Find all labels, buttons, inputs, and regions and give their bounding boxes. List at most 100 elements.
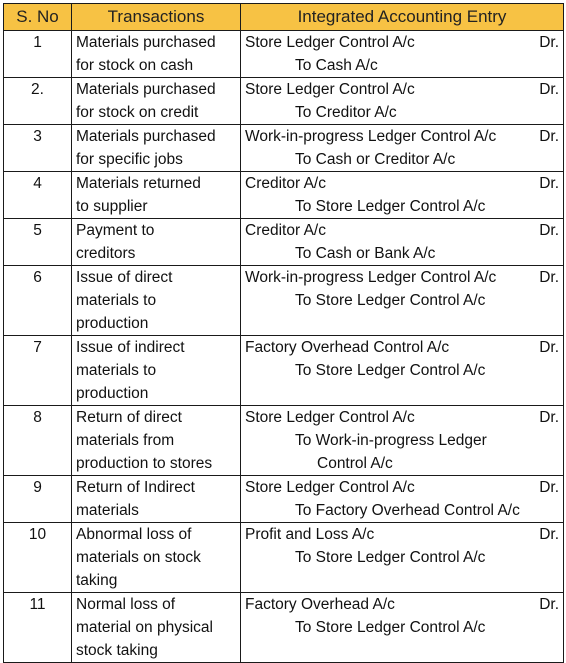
header-row: S. No Transactions Integrated Accounting… bbox=[3, 3, 564, 31]
dr-marker: Dr. bbox=[539, 339, 559, 356]
transaction-line: material on physical bbox=[76, 619, 213, 636]
row-entry: Work-in-progress Ledger Control A/c Dr. To… bbox=[240, 265, 564, 336]
dr-marker: Dr. bbox=[539, 128, 559, 145]
dr-marker: Dr. bbox=[539, 526, 559, 543]
row-transaction: Materials purchased for stock on cash bbox=[71, 30, 241, 78]
debit-line: Store Ledger Control A/c Dr. bbox=[245, 476, 559, 499]
transaction-line: materials from bbox=[76, 432, 175, 449]
transaction-line: materials to bbox=[76, 362, 157, 379]
debit-account: Profit and Loss A/c bbox=[245, 526, 375, 543]
debit-line: Work-in-progress Ledger Control A/c Dr. bbox=[245, 125, 559, 148]
table-row: 7 Issue of indirect materials to production… bbox=[3, 335, 564, 406]
dr-marker: Dr. bbox=[539, 81, 559, 98]
credit-line: To Store Ledger Control A/c bbox=[295, 198, 486, 215]
dr-marker: Dr. bbox=[539, 409, 559, 426]
transaction-line: Materials purchased bbox=[76, 34, 216, 51]
table-row: 2. Materials purchased for stock on credit… bbox=[3, 77, 564, 125]
credit-line: Control A/c bbox=[317, 455, 393, 472]
debit-account: Work-in-progress Ledger Control A/c bbox=[245, 128, 497, 145]
transaction-line: Payment to bbox=[76, 222, 155, 239]
debit-line: Store Ledger Control A/c Dr. bbox=[245, 78, 559, 101]
dr-marker: Dr. bbox=[539, 34, 559, 51]
row-transaction: Payment to creditors bbox=[71, 218, 241, 266]
table-row: 1 Materials purchased for stock on cash Sto… bbox=[3, 30, 564, 78]
transaction-line: materials bbox=[76, 502, 139, 519]
dr-marker: Dr. bbox=[539, 479, 559, 496]
table-row: 11 Normal loss of material on physical stoc… bbox=[3, 592, 564, 663]
credit-line: To Creditor A/c bbox=[295, 104, 397, 121]
transaction-line: for specific jobs bbox=[76, 151, 183, 168]
table-row: 10 Abnormal loss of materials on stock taki… bbox=[3, 522, 564, 593]
debit-line: Factory Overhead Control A/c Dr. bbox=[245, 336, 559, 359]
row-sno: 2. bbox=[3, 77, 72, 125]
transaction-line: materials on stock bbox=[76, 549, 201, 566]
row-sno: 10 bbox=[3, 522, 72, 593]
transaction-line: Materials purchased bbox=[76, 128, 216, 145]
debit-account: Creditor A/c bbox=[245, 175, 326, 192]
row-entry: Work-in-progress Ledger Control A/c Dr. To… bbox=[240, 124, 564, 172]
credit-line: To Store Ledger Control A/c bbox=[295, 619, 486, 636]
header-entry: Integrated Accounting Entry bbox=[240, 3, 564, 31]
table-row: 8 Return of direct materials from productio… bbox=[3, 405, 564, 476]
row-sno: 9 bbox=[3, 475, 72, 523]
row-sno: 1 bbox=[3, 30, 72, 78]
transaction-line: for stock on credit bbox=[76, 104, 199, 121]
transaction-line: materials to bbox=[76, 292, 157, 309]
row-transaction: Materials returned to supplier bbox=[71, 171, 241, 219]
transaction-line: creditors bbox=[76, 245, 136, 262]
row-entry: Store Ledger Control A/c Dr. To Creditor A… bbox=[240, 77, 564, 125]
table-body: 1 Materials purchased for stock on cash Sto… bbox=[3, 30, 564, 663]
debit-account: Store Ledger Control A/c bbox=[245, 34, 415, 51]
row-transaction: Issue of direct materials to production bbox=[71, 265, 241, 336]
dr-marker: Dr. bbox=[539, 269, 559, 286]
row-transaction: Return of Indirect materials bbox=[71, 475, 241, 523]
row-entry: Creditor A/c Dr. To Store Ledger Control A… bbox=[240, 171, 564, 219]
debit-line: Creditor A/c Dr. bbox=[245, 219, 559, 242]
debit-account: Work-in-progress Ledger Control A/c bbox=[245, 269, 497, 286]
row-sno: 6 bbox=[3, 265, 72, 336]
header-transactions: Transactions bbox=[71, 3, 241, 31]
debit-account: Creditor A/c bbox=[245, 222, 326, 239]
credit-line: To Factory Overhead Control A/c bbox=[295, 502, 520, 519]
credit-line: To Cash or Creditor A/c bbox=[295, 151, 456, 168]
dr-marker: Dr. bbox=[539, 222, 559, 239]
debit-line: Work-in-progress Ledger Control A/c Dr. bbox=[245, 266, 559, 289]
transaction-line: Materials purchased bbox=[76, 81, 216, 98]
row-transaction: Abnormal loss of materials on stock taking bbox=[71, 522, 241, 593]
debit-line: Creditor A/c Dr. bbox=[245, 172, 559, 195]
header-sno: S. No bbox=[3, 3, 72, 31]
transaction-line: Issue of direct bbox=[76, 269, 173, 286]
row-transaction: Materials purchased for specific jobs bbox=[71, 124, 241, 172]
row-entry: Store Ledger Control A/c Dr. To Factory Ov… bbox=[240, 475, 564, 523]
row-entry: Store Ledger Control A/c Dr. To Work-in-pr… bbox=[240, 405, 564, 476]
table-row: 3 Materials purchased for specific jobs Wor… bbox=[3, 124, 564, 172]
table-row: 5 Payment to creditors Creditor A/c Dr. To Ca… bbox=[3, 218, 564, 266]
row-transaction: Normal loss of material on physical stock … bbox=[71, 592, 241, 663]
dr-marker: Dr. bbox=[539, 596, 559, 613]
row-transaction: Return of direct materials from production… bbox=[71, 405, 241, 476]
credit-line: To Store Ledger Control A/c bbox=[295, 549, 486, 566]
transaction-line: to supplier bbox=[76, 198, 148, 215]
table-row: 6 Issue of direct materials to production Wo… bbox=[3, 265, 564, 336]
debit-account: Factory Overhead A/c bbox=[245, 596, 395, 613]
row-transaction: Materials purchased for stock on credit bbox=[71, 77, 241, 125]
row-transaction: Issue of indirect materials to production bbox=[71, 335, 241, 406]
debit-account: Store Ledger Control A/c bbox=[245, 409, 415, 426]
credit-line: To Store Ledger Control A/c bbox=[295, 362, 486, 379]
row-sno: 8 bbox=[3, 405, 72, 476]
row-entry: Factory Overhead Control A/c Dr. To Store … bbox=[240, 335, 564, 406]
transaction-line: Normal loss of bbox=[76, 596, 176, 613]
debit-line: Factory Overhead A/c Dr. bbox=[245, 593, 559, 616]
accounting-entries-table: S. No Transactions Integrated Accounting… bbox=[3, 3, 564, 663]
transaction-line: production to stores bbox=[76, 455, 213, 472]
transaction-line: production bbox=[76, 385, 149, 402]
transaction-line: Return of Indirect bbox=[76, 479, 195, 496]
row-sno: 7 bbox=[3, 335, 72, 406]
row-entry: Profit and Loss A/c Dr. To Store Ledger Co… bbox=[240, 522, 564, 593]
credit-line: To Cash A/c bbox=[295, 57, 378, 74]
row-entry: Creditor A/c Dr. To Cash or Bank A/c bbox=[240, 218, 564, 266]
credit-line: To Store Ledger Control A/c bbox=[295, 292, 486, 309]
transaction-line: for stock on cash bbox=[76, 57, 194, 74]
transaction-line: stock taking bbox=[76, 642, 158, 659]
table-row: 4 Materials returned to supplier Creditor A… bbox=[3, 171, 564, 219]
